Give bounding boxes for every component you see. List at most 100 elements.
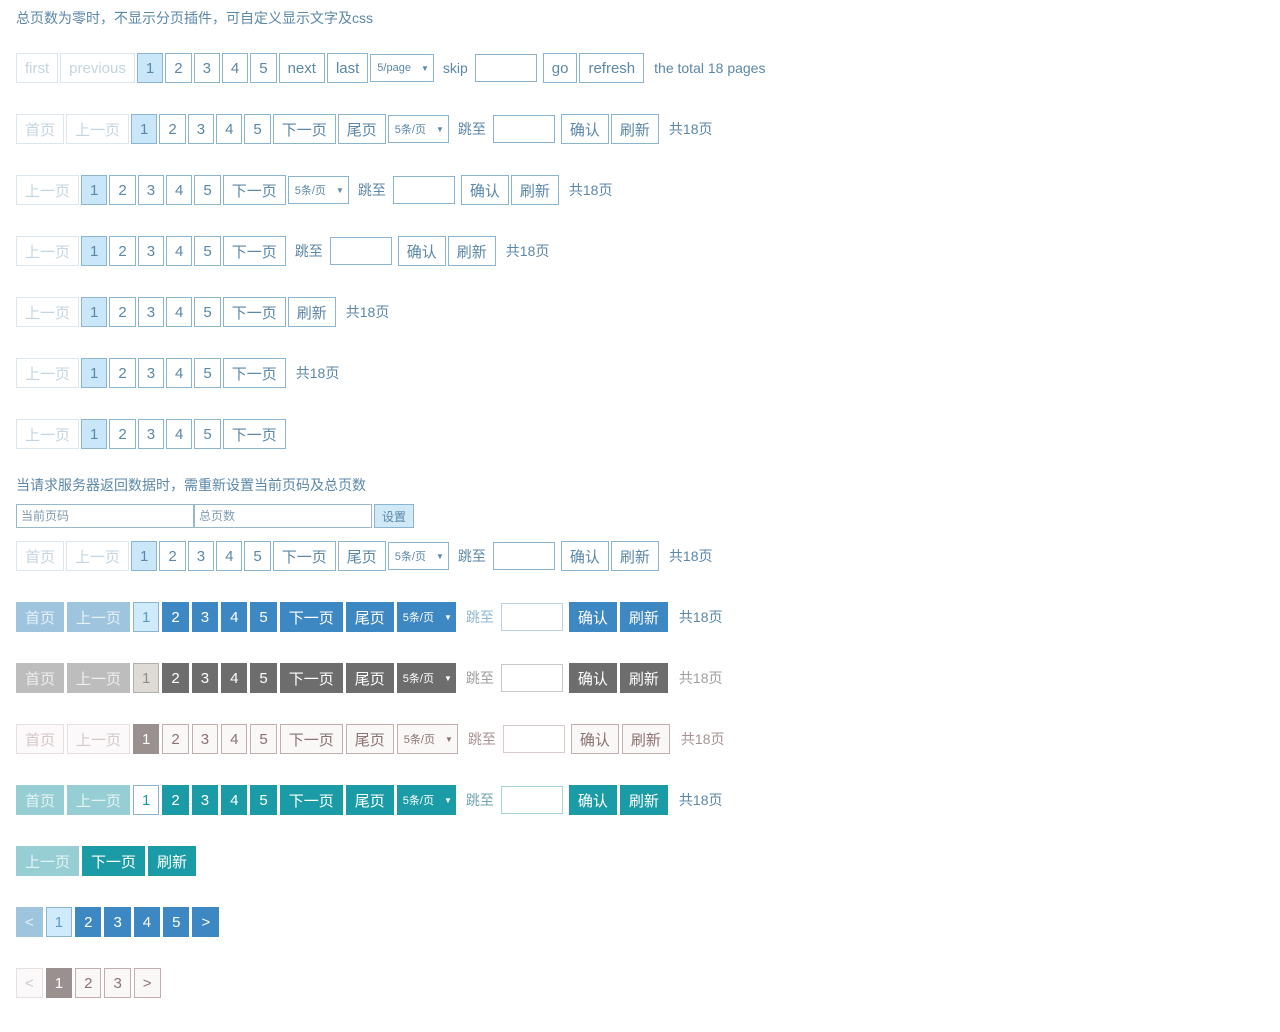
page-button-2[interactable]: 2: [75, 907, 102, 937]
refresh-button[interactable]: 刷新: [447, 236, 496, 266]
page-size-select[interactable]: 5条/页 ▼: [396, 663, 456, 693]
page-button-5[interactable]: 5: [194, 297, 221, 327]
last-button[interactable]: 尾页: [345, 602, 394, 632]
confirm-button[interactable]: 确认: [568, 602, 617, 632]
page-button-3[interactable]: 3: [137, 175, 165, 205]
page-size-select[interactable]: 5条/页 ▼: [387, 542, 449, 570]
previous-button[interactable]: 上一页: [16, 236, 80, 266]
page-button-4[interactable]: 4: [166, 358, 193, 388]
confirm-button[interactable]: 确认: [560, 541, 609, 571]
next-button[interactable]: next: [278, 53, 325, 83]
page-button-5[interactable]: 5: [250, 602, 277, 632]
last-button[interactable]: 尾页: [345, 663, 394, 693]
previous-arrow-button[interactable]: <: [16, 968, 43, 998]
page-button-4[interactable]: 4: [216, 541, 243, 571]
refresh-button[interactable]: 刷新: [619, 785, 668, 815]
page-button-5[interactable]: 5: [244, 541, 271, 571]
set-button[interactable]: 设置: [374, 504, 415, 528]
next-button[interactable]: 下一页: [82, 846, 146, 876]
skip-input[interactable]: [492, 115, 555, 143]
page-button-5[interactable]: 5: [250, 785, 277, 815]
first-button[interactable]: 首页: [16, 541, 65, 571]
previous-button[interactable]: 上一页: [16, 419, 80, 449]
skip-input[interactable]: [392, 176, 455, 204]
page-button-3[interactable]: 3: [191, 663, 219, 693]
confirm-button[interactable]: 确认: [568, 663, 617, 693]
confirm-button[interactable]: 确认: [570, 724, 619, 754]
confirm-button[interactable]: 确认: [560, 114, 609, 144]
page-button-1[interactable]: 1: [133, 602, 160, 632]
next-button[interactable]: 下一页: [222, 297, 286, 327]
page-button-4[interactable]: 4: [166, 297, 193, 327]
previous-button[interactable]: 上一页: [16, 358, 80, 388]
page-button-4[interactable]: 4: [221, 602, 248, 632]
previous-button[interactable]: 上一页: [66, 114, 130, 144]
page-button-3[interactable]: 3: [137, 297, 165, 327]
first-button[interactable]: 首页: [16, 602, 65, 632]
confirm-button[interactable]: 确认: [397, 236, 446, 266]
next-button[interactable]: 下一页: [222, 358, 286, 388]
page-button-2[interactable]: 2: [162, 663, 189, 693]
first-button[interactable]: 首页: [16, 724, 65, 754]
page-button-1[interactable]: 1: [81, 358, 108, 388]
previous-button[interactable]: 上一页: [67, 785, 131, 815]
page-button-5[interactable]: 5: [194, 236, 221, 266]
page-button-3[interactable]: 3: [137, 236, 165, 266]
total-pages-input[interactable]: [194, 504, 372, 528]
page-size-select[interactable]: 5条/页 ▼: [396, 602, 456, 632]
page-button-5[interactable]: 5: [250, 724, 277, 754]
page-button-2[interactable]: 2: [162, 785, 189, 815]
page-button-3[interactable]: 3: [191, 602, 219, 632]
page-size-select[interactable]: 5条/页 ▼: [387, 115, 449, 143]
next-button[interactable]: 下一页: [279, 663, 343, 693]
page-button-5[interactable]: 5: [250, 663, 277, 693]
previous-arrow-button[interactable]: <: [16, 907, 43, 937]
previous-button[interactable]: 上一页: [66, 541, 130, 571]
page-button-4[interactable]: 4: [221, 785, 248, 815]
page-button-1[interactable]: 1: [45, 907, 73, 937]
previous-button[interactable]: previous: [60, 53, 135, 83]
page-button-3[interactable]: 3: [137, 419, 165, 449]
page-button-1[interactable]: 1: [136, 53, 164, 83]
page-button-1[interactable]: 1: [131, 114, 158, 144]
page-button-2[interactable]: 2: [162, 724, 189, 754]
page-button-4[interactable]: 4: [216, 114, 243, 144]
page-button-1[interactable]: 1: [81, 297, 108, 327]
page-button-1[interactable]: 1: [133, 663, 160, 693]
page-button-3[interactable]: 3: [191, 785, 219, 815]
confirm-button[interactable]: 确认: [460, 175, 509, 205]
page-button-1[interactable]: 1: [133, 724, 160, 754]
page-button-3[interactable]: 3: [191, 724, 219, 754]
page-size-select[interactable]: 5条/页 ▼: [396, 724, 458, 754]
next-button[interactable]: 下一页: [222, 236, 286, 266]
last-button[interactable]: 尾页: [337, 114, 386, 144]
next-button[interactable]: 下一页: [222, 419, 286, 449]
page-button-4[interactable]: 4: [166, 236, 193, 266]
refresh-button[interactable]: 刷新: [621, 724, 670, 754]
next-button[interactable]: 下一页: [279, 724, 343, 754]
page-size-select[interactable]: 5/page ▼: [370, 54, 434, 82]
first-button[interactable]: 首页: [16, 785, 65, 815]
page-size-select[interactable]: 5条/页 ▼: [287, 176, 349, 204]
page-button-1[interactable]: 1: [133, 785, 160, 815]
previous-button[interactable]: 上一页: [16, 846, 80, 876]
page-size-select[interactable]: 5条/页 ▼: [396, 785, 456, 815]
skip-input[interactable]: [474, 54, 537, 82]
next-button[interactable]: 下一页: [279, 602, 343, 632]
first-button[interactable]: first: [16, 53, 59, 83]
page-button-5[interactable]: 5: [194, 419, 221, 449]
next-button[interactable]: 下一页: [272, 114, 336, 144]
refresh-button[interactable]: 刷新: [619, 663, 668, 693]
page-button-2[interactable]: 2: [109, 175, 136, 205]
page-button-3[interactable]: 3: [104, 968, 131, 998]
go-button[interactable]: go: [542, 53, 578, 83]
page-button-1[interactable]: 1: [81, 236, 108, 266]
page-button-4[interactable]: 4: [166, 175, 193, 205]
first-button[interactable]: 首页: [16, 114, 65, 144]
page-button-1[interactable]: 1: [131, 541, 158, 571]
confirm-button[interactable]: 确认: [568, 785, 617, 815]
page-button-2[interactable]: 2: [109, 297, 136, 327]
refresh-button[interactable]: refresh: [579, 53, 645, 83]
next-arrow-button[interactable]: >: [133, 968, 161, 998]
page-button-5[interactable]: 5: [250, 53, 277, 83]
